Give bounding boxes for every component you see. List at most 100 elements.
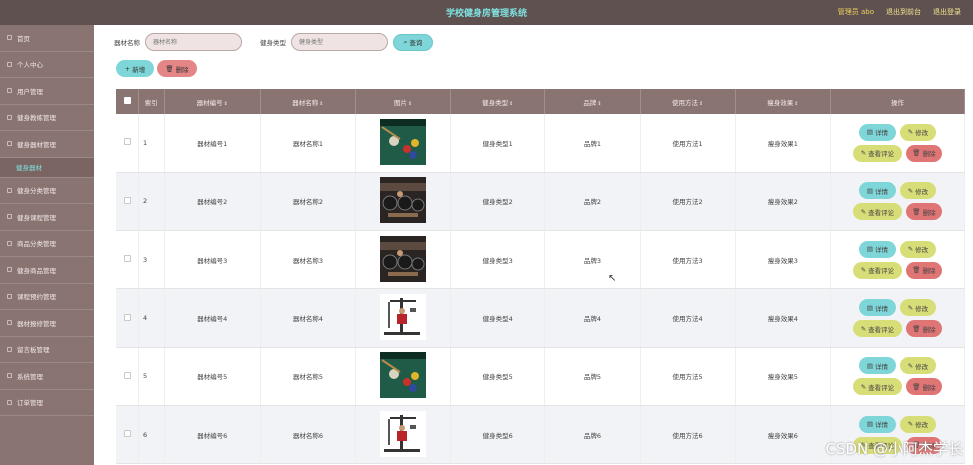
action-group: ▤ 详情 ✎ 修改 ✎ 查看评论 🗑 删除	[831, 357, 964, 396]
billiards-image	[380, 352, 427, 399]
cell-effect: 瘦身效果5	[735, 347, 831, 406]
row-select-cell	[116, 405, 140, 465]
sidebar-item-13[interactable]: 系统管理	[0, 363, 94, 390]
column-header-2[interactable]: 器材名称⇕	[260, 89, 356, 114]
action-row: ✎ 查看评论 🗑 删除	[852, 320, 942, 338]
pencil-icon: ✎	[907, 420, 914, 429]
delete-button[interactable]: 🗑 删除	[905, 144, 942, 162]
sidebar-item-4[interactable]: 健身器材管理	[0, 131, 94, 158]
view-reviews-button[interactable]: ✎ 查看评论	[852, 203, 902, 221]
fitness-type-input[interactable]	[291, 33, 388, 51]
document-icon: ▤	[866, 245, 874, 254]
view-reviews-button-label: 查看评论	[868, 325, 895, 334]
table-header-row: 索引 器材编号⇕ 器材名称⇕ 图片⇕ 健身类型⇕ 品牌⇕ 使用方法⇕ 瘦身效果⇕ 操作	[116, 89, 966, 114]
delete-button[interactable]: 🗑 删除	[905, 203, 942, 221]
cell-name: 器材名称3	[260, 230, 356, 290]
sidebar-item-1[interactable]: 个人中心	[0, 52, 94, 78]
detail-button[interactable]: ▤ 详情	[858, 123, 896, 141]
edit-button-label: 修改	[915, 246, 929, 255]
exit-to-front-link[interactable]: 退出到前台	[886, 7, 921, 17]
select-all-checkbox[interactable]	[123, 97, 131, 104]
delete-button[interactable]: 🗑 删除	[905, 261, 942, 279]
row-checkbox[interactable]	[123, 430, 131, 438]
sidebar-item-3[interactable]: 健身教练管理	[0, 105, 94, 131]
query-button[interactable]: ⌕ 查询	[393, 33, 433, 51]
sort-icon: ⇕	[407, 100, 413, 107]
cell-code: 器材编号5	[164, 347, 261, 406]
delete-button[interactable]: 🗑 删除	[905, 320, 942, 338]
multi-gym-image	[380, 410, 427, 457]
table-body: 1 器材编号1 器材名称1 健身类型1 品牌1 使用方法1 瘦身效果1 ▤ 详情 ✎ 修改 ✎ 查看评论…	[116, 114, 966, 465]
column-header-1[interactable]: 器材编号⇕	[164, 89, 261, 114]
edit-button[interactable]: ✎ 修改	[899, 299, 936, 317]
view-reviews-button[interactable]: ✎ 查看评论	[852, 378, 902, 396]
row-index: 5	[138, 347, 165, 406]
row-checkbox[interactable]	[123, 255, 131, 263]
menu-icon	[7, 214, 12, 220]
detail-button[interactable]: ▤ 详情	[858, 299, 896, 317]
gym-image	[380, 235, 427, 282]
column-header-6[interactable]: 使用方法⇕	[640, 89, 736, 114]
equipment-name-input[interactable]	[145, 33, 242, 51]
cell-code: 器材编号1	[164, 114, 261, 173]
row-actions: ▤ 详情 ✎ 修改 ✎ 查看评论 🗑 删除	[830, 347, 966, 406]
column-header-7[interactable]: 瘦身效果⇕	[735, 89, 831, 114]
sidebar-item-6[interactable]: 健身分类管理	[0, 178, 94, 204]
row-checkbox[interactable]	[123, 196, 131, 204]
pencil-icon: ✎	[907, 303, 914, 312]
menu-icon	[7, 399, 12, 405]
cell-image	[355, 230, 452, 290]
detail-button-label: 详情	[875, 362, 889, 371]
edit-button[interactable]: ✎ 修改	[899, 123, 936, 141]
cell-name: 器材名称4	[260, 288, 356, 348]
menu-icon	[7, 267, 12, 273]
sidebar-item-9[interactable]: 健身商品管理	[0, 257, 94, 284]
logout-link[interactable]: 退出登录	[933, 7, 961, 17]
column-header-label: 使用方法	[672, 98, 698, 107]
row-index: 2	[138, 172, 165, 232]
detail-button[interactable]: ▤ 详情	[858, 240, 896, 258]
row-actions: ▤ 详情 ✎ 修改 ✎ 查看评论 🗑 删除	[830, 230, 966, 290]
sidebar-item-8[interactable]: 商品分类管理	[0, 231, 94, 257]
sidebar-item-11[interactable]: 器材报修管理	[0, 310, 94, 337]
edit-button[interactable]: ✎ 修改	[899, 415, 936, 433]
delete-button-label: 删除	[922, 267, 936, 276]
column-header-5[interactable]: 品牌⇕	[544, 89, 641, 114]
sidebar-item-12[interactable]: 留言板管理	[0, 337, 94, 363]
sidebar-item-2[interactable]: 用户管理	[0, 78, 94, 105]
edit-button[interactable]: ✎ 修改	[899, 357, 936, 375]
query-button-label: 查询	[409, 39, 423, 47]
sidebar-item-7[interactable]: 健身课程管理	[0, 204, 94, 231]
cell-name: 器材名称1	[260, 114, 356, 173]
detail-button[interactable]: ▤ 详情	[858, 415, 896, 433]
delete-button[interactable]: 🗑 删除	[905, 378, 942, 396]
batch-delete-label: 删除	[175, 65, 189, 74]
view-reviews-button[interactable]: ✎ 查看评论	[852, 320, 902, 338]
pencil-icon: ✎	[907, 128, 914, 137]
column-header-3[interactable]: 图片⇕	[355, 89, 452, 114]
cell-type: 健身类型1	[450, 114, 546, 173]
edit-button[interactable]: ✎ 修改	[899, 182, 936, 200]
sidebar-item-5[interactable]: 健身器材	[0, 157, 94, 178]
detail-button[interactable]: ▤ 详情	[858, 357, 896, 375]
sidebar-item-0[interactable]: 首页	[0, 25, 94, 52]
action-row: ▤ 详情 ✎ 修改	[858, 240, 936, 258]
current-user: 管理员 abo	[837, 8, 874, 16]
view-reviews-button[interactable]: ✎ 查看评论	[852, 144, 902, 162]
column-header-4[interactable]: 健身类型⇕	[450, 89, 546, 114]
trash-icon: 🗑	[912, 149, 921, 158]
detail-button[interactable]: ▤ 详情	[858, 182, 896, 200]
row-checkbox[interactable]	[123, 371, 131, 379]
add-button[interactable]: + 新增	[116, 60, 154, 77]
row-checkbox[interactable]	[123, 138, 131, 146]
sidebar-item-label: 课程预约管理	[17, 293, 56, 302]
edit-button[interactable]: ✎ 修改	[899, 240, 936, 258]
action-row: ▤ 详情 ✎ 修改	[858, 415, 936, 433]
batch-delete-button[interactable]: 🗑 删除	[157, 60, 197, 77]
row-checkbox[interactable]	[123, 313, 131, 321]
row-select-cell	[116, 288, 140, 348]
view-reviews-button[interactable]: ✎ 查看评论	[852, 261, 902, 279]
trash-icon: 🗑	[912, 324, 921, 333]
sidebar-item-10[interactable]: 课程预约管理	[0, 284, 94, 310]
sidebar-item-14[interactable]: 订单管理	[0, 390, 94, 416]
